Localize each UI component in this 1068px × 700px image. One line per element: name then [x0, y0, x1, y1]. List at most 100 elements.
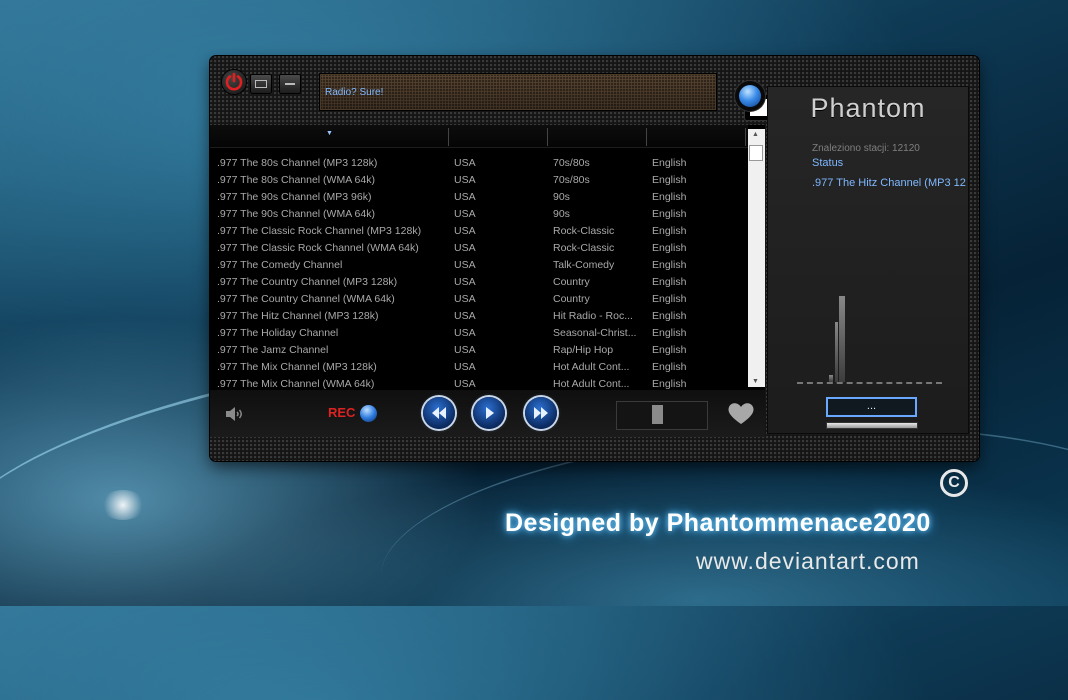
column-divider[interactable]: [448, 128, 449, 146]
column-divider[interactable]: [745, 128, 746, 146]
station-genre-cell: 70s/80s: [553, 157, 590, 169]
equalizer-bar: [842, 296, 845, 382]
globe-button[interactable]: [735, 81, 765, 111]
app-title: Radio? Sure!: [325, 87, 384, 98]
column-divider[interactable]: [547, 128, 548, 146]
table-row[interactable]: .977 The Jamz Channel USA Rap/Hip Hop Engli…: [210, 342, 748, 359]
side-panel: Phantom Znaleziono stacji: 12120 Status …: [767, 86, 969, 434]
copyright-icon: C: [940, 469, 968, 497]
power-icon: [225, 72, 243, 91]
window-restore-icon: [255, 80, 267, 88]
station-language-cell: English: [652, 191, 687, 203]
station-name-cell: .977 The Holiday Channel: [217, 327, 339, 339]
station-name-cell: .977 The Classic Rock Channel (WMA 64k): [217, 242, 419, 254]
scroll-up-icon[interactable]: ▲: [752, 131, 759, 138]
table-row[interactable]: .977 The 80s Channel (MP3 128k) USA 70s/80…: [210, 155, 748, 172]
station-country-cell: USA: [454, 276, 476, 288]
station-language-cell: English: [652, 344, 687, 356]
station-genre-cell: Hot Adult Cont...: [553, 378, 630, 390]
station-name-cell: .977 The Mix Channel (MP3 128k): [217, 361, 377, 373]
station-name-cell: .977 The Country Channel (WMA 64k): [217, 293, 395, 305]
fast-forward-icon: [534, 407, 548, 419]
station-name-cell: .977 The 80s Channel (WMA 64k): [217, 174, 375, 186]
fast-forward-button[interactable]: [525, 397, 557, 429]
station-genre-cell: Country: [553, 293, 590, 305]
equalizer-baseline: [797, 382, 942, 384]
rewind-button[interactable]: [423, 397, 455, 429]
column-divider[interactable]: [646, 128, 647, 146]
station-country-cell: USA: [454, 191, 476, 203]
heart-icon[interactable]: [726, 402, 756, 426]
station-genre-cell: Talk-Comedy: [553, 259, 615, 271]
station-language-cell: English: [652, 361, 687, 373]
station-language-cell: English: [652, 208, 687, 220]
station-name-cell: .977 The 90s Channel (WMA 64k): [217, 208, 375, 220]
stations-found-label: Znaleziono stacji: 12120: [812, 143, 920, 154]
station-country-cell: USA: [454, 242, 476, 254]
table-scrollbar[interactable]: ▲ ▼: [748, 129, 765, 387]
table-row[interactable]: .977 The Hitz Channel (MP3 128k) USA Hit R…: [210, 308, 748, 325]
play-button[interactable]: [473, 397, 505, 429]
station-genre-cell: Hot Adult Cont...: [553, 361, 630, 373]
station-genre-cell: Hit Radio - Roc...: [553, 310, 633, 322]
station-language-cell: English: [652, 157, 687, 169]
station-language-cell: English: [652, 225, 687, 237]
status-label: Status: [812, 157, 844, 169]
station-language-cell: English: [652, 259, 687, 271]
table-row[interactable]: .977 The 80s Channel (WMA 64k) USA 70s/80s…: [210, 172, 748, 189]
station-country-cell: USA: [454, 157, 476, 169]
playback-controls: REC: [210, 390, 765, 437]
speaker-icon[interactable]: [224, 406, 246, 422]
station-country-cell: USA: [454, 174, 476, 186]
station-country-cell: USA: [454, 378, 476, 390]
station-table: ▼ .977 The 80s Channel (MP3 128k) USA 70s/…: [210, 125, 765, 390]
table-row[interactable]: .977 The Mix Channel (MP3 128k) USA Hot Ad…: [210, 359, 748, 376]
station-country-cell: USA: [454, 293, 476, 305]
station-name-cell: .977 The 90s Channel (MP3 96k): [217, 191, 372, 203]
table-row[interactable]: .977 The Comedy Channel USA Talk-Comedy Eng…: [210, 257, 748, 274]
rec-label[interactable]: REC: [328, 405, 355, 420]
table-row[interactable]: .977 The Country Channel (WMA 64k) USA Cou…: [210, 291, 748, 308]
app-logo: Phantom: [810, 93, 926, 123]
station-name-cell: .977 The Jamz Channel: [217, 344, 329, 356]
station-name-cell: .977 The Classic Rock Channel (MP3 128k): [217, 225, 422, 237]
table-row[interactable]: .977 The 90s Channel (WMA 64k) USA 90s Engl…: [210, 206, 748, 223]
sort-indicator-icon[interactable]: ▼: [326, 130, 333, 137]
scroll-down-icon[interactable]: ▼: [752, 378, 759, 385]
station-language-cell: English: [652, 327, 687, 339]
station-genre-cell: 90s: [553, 191, 570, 203]
table-row[interactable]: .977 The Classic Rock Channel (WMA 64k) U…: [210, 240, 748, 257]
rewind-icon: [432, 407, 446, 419]
table-row[interactable]: .977 The 90s Channel (MP3 96k) USA 90s Engl…: [210, 189, 748, 206]
station-language-cell: English: [652, 310, 687, 322]
website-credit: www.deviantart.com: [696, 548, 920, 574]
station-country-cell: USA: [454, 327, 476, 339]
table-row[interactable]: .977 The Holiday Channel USA Seasonal-Chri…: [210, 325, 748, 342]
scroll-thumb[interactable]: [749, 145, 763, 161]
station-name-cell: .977 The 80s Channel (MP3 128k): [217, 157, 378, 169]
station-genre-cell: Rock-Classic: [553, 225, 615, 237]
minimize-button[interactable]: [279, 74, 301, 94]
volume-slider[interactable]: [616, 401, 708, 430]
station-name-cell: .977 The Comedy Channel: [217, 259, 343, 271]
station-language-cell: English: [652, 293, 687, 305]
station-genre-cell: 70s/80s: [553, 174, 590, 186]
restore-button[interactable]: [250, 74, 272, 94]
more-button[interactable]: ...: [826, 397, 917, 417]
volume-slider-knob[interactable]: [652, 405, 663, 424]
current-station-label: .977 The Hitz Channel (MP3 12: [812, 177, 966, 189]
table-row[interactable]: .977 The Classic Rock Channel (MP3 128k)…: [210, 223, 748, 240]
station-country-cell: USA: [454, 310, 476, 322]
station-genre-cell: Rap/Hip Hop: [553, 344, 614, 356]
station-country-cell: USA: [454, 225, 476, 237]
station-country-cell: USA: [454, 361, 476, 373]
record-orb-icon[interactable]: [360, 405, 377, 422]
title-panel: Radio? Sure! ▼: [319, 73, 820, 120]
power-button[interactable]: [222, 70, 246, 94]
station-country-cell: USA: [454, 208, 476, 220]
table-row[interactable]: .977 The Country Channel (MP3 128k) USA Co…: [210, 274, 748, 291]
station-language-cell: English: [652, 378, 687, 390]
station-genre-cell: Seasonal-Christ...: [553, 327, 637, 339]
station-language-cell: English: [652, 242, 687, 254]
progress-bar: [826, 422, 918, 429]
